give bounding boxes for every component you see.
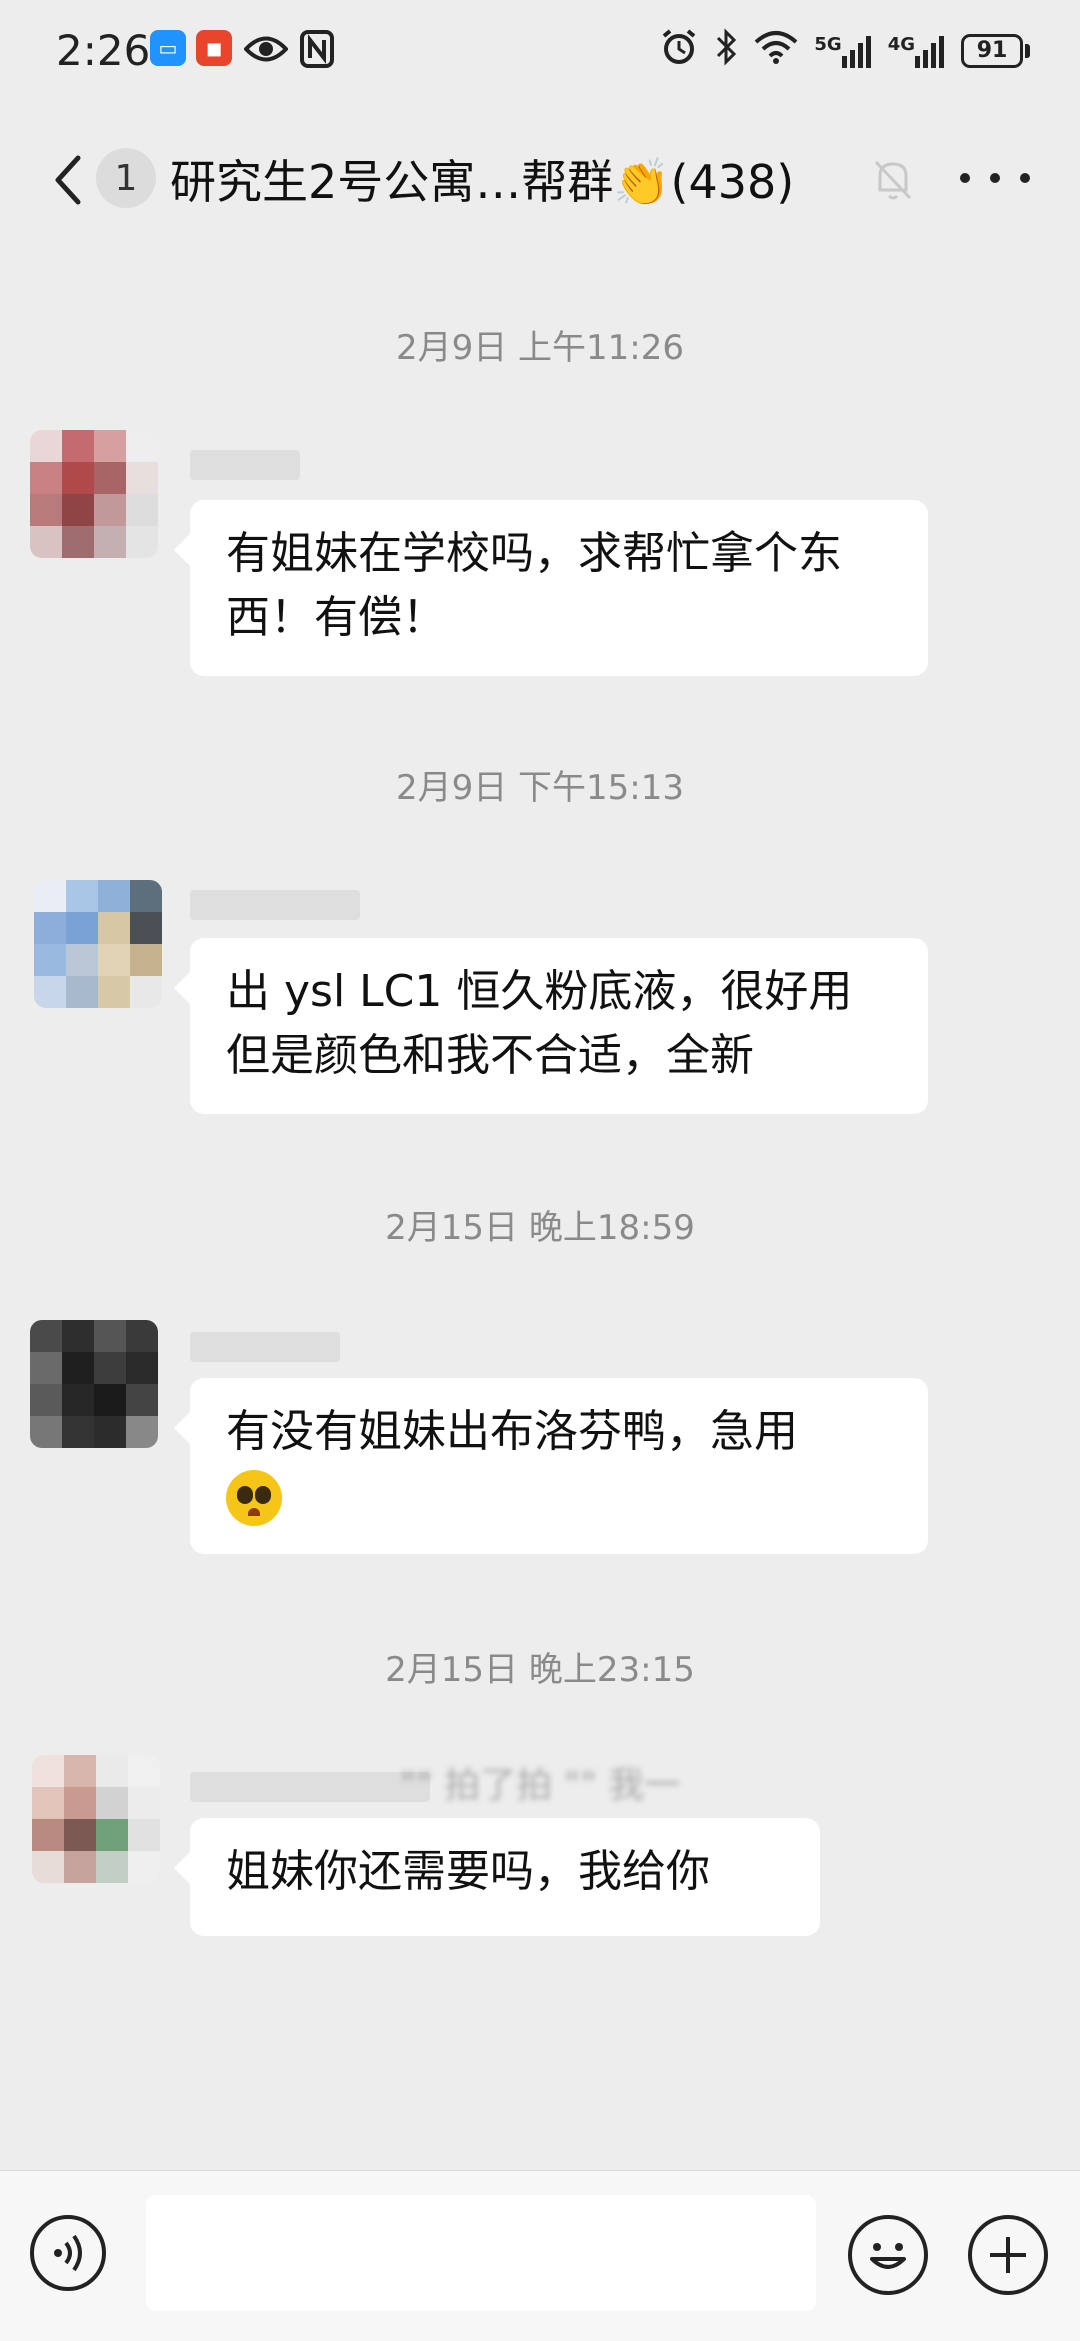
message-timestamp: 2月15日 晚上18:59 — [385, 1208, 695, 1248]
system-notice: "" 拍了拍 "" 我一 — [399, 1765, 681, 1806]
back-button[interactable] — [42, 148, 98, 212]
bell-off-icon — [874, 160, 912, 200]
smiley-icon — [870, 2243, 906, 2269]
chevron-left-icon — [55, 155, 81, 205]
battery-level: 91 — [961, 33, 1023, 68]
message-bubble[interactable]: 有姐妹在学校吗，求帮忙拿个东西！有偿！ — [174, 500, 928, 676]
input-bar — [0, 2170, 1080, 2341]
battery-indicator: 91 — [961, 33, 1030, 68]
message-bubble[interactable]: 出 ysl LC1 恒久粉底液，很好用但是颜色和我不合适，全新 — [174, 938, 928, 1114]
sender-name — [190, 450, 300, 480]
plus-icon — [990, 2237, 1026, 2273]
avatar[interactable] — [30, 430, 158, 558]
message-bubble[interactable]: 有没有姐妹出布洛芬鸭，急用 — [174, 1378, 928, 1554]
signal-4g-icon: 4G — [888, 34, 945, 68]
sender-name — [190, 890, 360, 920]
message-input[interactable] — [146, 2195, 816, 2311]
status-time: 2:26 — [56, 26, 151, 75]
more-button[interactable] — [960, 150, 1030, 206]
bluetooth-icon — [714, 28, 738, 73]
message-timestamp: 2月9日 上午11:26 — [395, 328, 685, 368]
sender-name — [190, 1332, 340, 1362]
message-app-icon: ▭ — [150, 30, 186, 66]
nfc-icon — [300, 30, 334, 72]
status-right: 5G 4G 91 — [660, 28, 1030, 73]
chat-header: 1 研究生2号公寓…帮群👏(438) — [0, 110, 1080, 250]
pleading-face-emoji-icon — [226, 1470, 282, 1526]
chat-list[interactable]: 2月9日 上午11:26 有姐妹在学校吗，求帮忙拿个东西！有偿！ 2月9日 下午… — [0, 250, 1080, 2170]
more-icon — [960, 173, 970, 183]
signal-5g-icon: 5G — [814, 34, 871, 68]
more-icon — [1020, 173, 1030, 183]
avatar[interactable] — [30, 1320, 158, 1448]
chat-title[interactable]: 研究生2号公寓…帮群👏(438) — [170, 146, 794, 212]
avatar[interactable] — [34, 880, 162, 1008]
unread-count-badge[interactable]: 1 — [96, 148, 156, 208]
notification-app-icon: ◼ — [196, 30, 232, 66]
voice-icon — [54, 2234, 82, 2272]
wifi-icon — [754, 30, 798, 71]
alarm-icon — [660, 28, 698, 73]
message-timestamp: 2月15日 晚上23:15 — [385, 1650, 695, 1690]
mute-indicator — [868, 154, 918, 204]
message-text: 有没有姐妹出布洛芬鸭，急用 — [226, 1406, 798, 1457]
battery-tip — [1025, 43, 1030, 58]
status-bar: 2:26 ▭ ◼ 5G 4G 91 — [0, 0, 1080, 110]
voice-button[interactable] — [30, 2215, 106, 2291]
message-timestamp: 2月9日 下午15:13 — [395, 768, 685, 808]
emoji-button[interactable] — [848, 2215, 928, 2295]
more-icon — [990, 173, 1000, 183]
eye-icon — [243, 32, 289, 70]
message-bubble[interactable]: 姐妹你还需要吗，我给你 — [174, 1818, 820, 1936]
more-functions-button[interactable] — [968, 2215, 1048, 2295]
